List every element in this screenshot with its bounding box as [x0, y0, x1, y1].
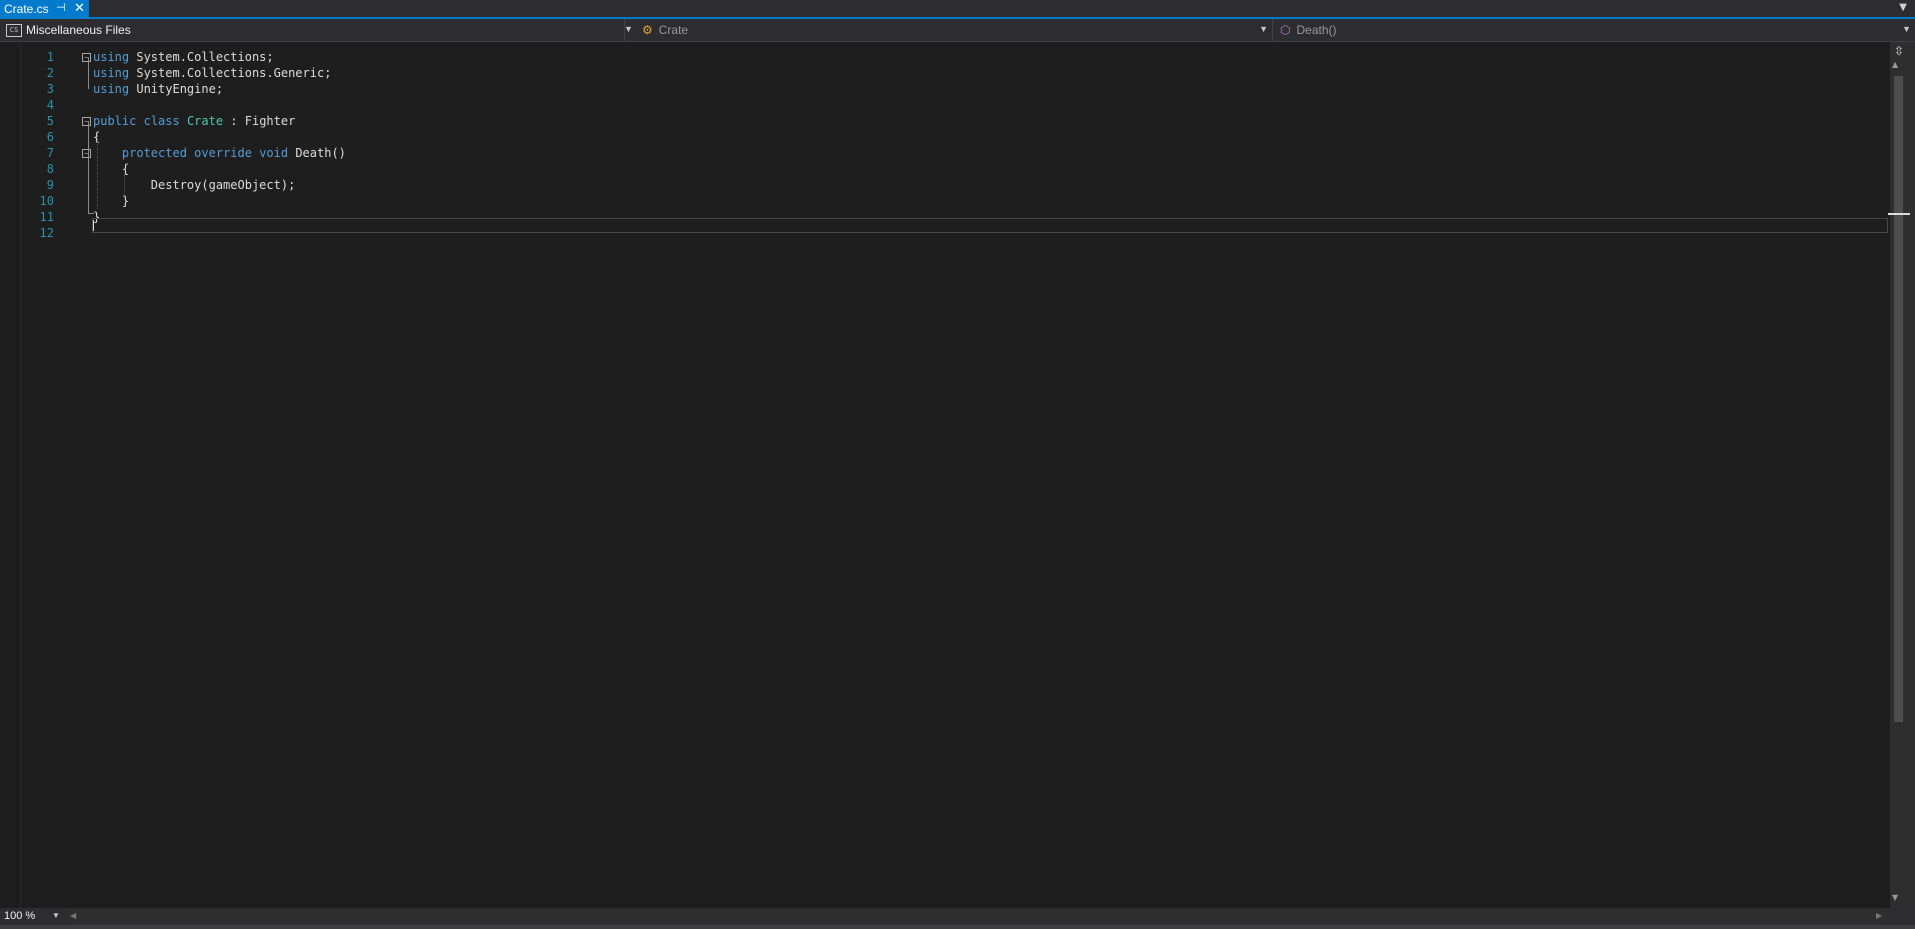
code-token: } — [93, 194, 130, 208]
member-label: Death() — [1296, 23, 1337, 37]
code-line[interactable]: 5 − public class Crate : Fighter — [0, 113, 1888, 129]
keyword-token: using — [93, 50, 130, 64]
code-line[interactable]: 7 − protected override void Death() — [0, 145, 1888, 161]
code-line[interactable]: 8 { — [0, 161, 1888, 177]
scroll-down-icon[interactable]: ▼ — [1892, 893, 1898, 902]
type-token: Crate — [186, 114, 224, 128]
code-line[interactable]: 2 using System.Collections.Generic; — [0, 65, 1888, 81]
class-dropdown[interactable]: ⚙ Crate ▼ — [634, 19, 1273, 41]
code-line[interactable]: 6{ — [0, 129, 1888, 145]
close-icon[interactable]: ✕ — [74, 0, 85, 16]
code-editor[interactable]: 1− using System.Collections; 2 using System… — [0, 42, 1890, 908]
chevron-down-icon[interactable]: ▼ — [52, 911, 60, 920]
collapse-icon[interactable]: − — [82, 117, 91, 126]
tab-title: Crate.cs — [4, 1, 49, 16]
horizontal-scrollbar[interactable] — [66, 908, 1886, 925]
outline-guide — [88, 121, 89, 213]
keyword-token: class — [143, 114, 180, 128]
member-dropdown[interactable]: ⬡ Death() ▼ — [1274, 19, 1915, 41]
keyword-token: protected — [121, 146, 187, 160]
code-line[interactable]: 9 Destroy(gameObject); — [0, 177, 1888, 193]
zoom-level[interactable]: 100 % — [4, 910, 35, 922]
keyword-token: public — [93, 114, 137, 128]
chevron-down-icon: ▼ — [1902, 24, 1911, 34]
class-label: Crate — [658, 23, 689, 37]
outline-guide — [88, 213, 94, 214]
line-number: 7 — [46, 146, 54, 160]
vertical-scroll-thumb[interactable] — [1894, 76, 1903, 722]
line-number: 6 — [46, 130, 54, 144]
code-token: : Fighter — [223, 114, 296, 128]
code-text: using System.Collections; — [93, 49, 274, 65]
editor-bottom-bar: 100 % ▼ ◀ ▶ — [0, 908, 1915, 925]
code-token: System.Collections.Generic; — [129, 66, 332, 80]
code-token: System.Collections; — [129, 50, 274, 64]
outline-guide — [88, 57, 89, 89]
document-tab-strip: Crate.cs ⊣ ✕ ▼ — [0, 0, 1915, 19]
pin-icon[interactable]: ⊣ — [56, 1, 66, 14]
indent-guide — [124, 174, 125, 194]
project-dropdown[interactable]: CS Miscellaneous Files — [0, 19, 625, 41]
line-number: 9 — [46, 178, 54, 192]
scroll-up-icon[interactable]: ▲ — [1892, 60, 1898, 69]
collapse-icon[interactable]: − — [82, 149, 91, 158]
csharp-project-icon: CS — [6, 23, 22, 37]
split-window-icon[interactable]: ⇳ — [1894, 44, 1904, 58]
chevron-down-icon: ▼ — [1259, 24, 1268, 34]
code-token: UnityEngine; — [129, 82, 224, 96]
code-text: public class Crate : Fighter — [93, 113, 295, 129]
code-text: using System.Collections.Generic; — [93, 65, 331, 81]
keyword-token: using — [93, 82, 130, 96]
tab-crate-cs[interactable]: Crate.cs ⊣ ✕ — [0, 0, 89, 17]
code-line[interactable]: 4 — [0, 97, 1888, 113]
keyword-token: using — [93, 66, 130, 80]
line-number: 3 — [46, 82, 54, 96]
line-number: 5 — [46, 114, 54, 128]
method-icon: ⬡ — [1280, 23, 1291, 37]
line-number: 4 — [46, 98, 54, 112]
class-icon: ⚙ — [642, 23, 653, 37]
code-text: protected override void Death() — [93, 145, 346, 161]
chevron-down-icon[interactable]: ▼ — [624, 24, 633, 34]
navigation-bar: CS Miscellaneous Files ▼ ⚙ Crate ▼ ⬡ Dea… — [0, 19, 1915, 42]
line-number: 1 — [46, 50, 54, 64]
code-text: } — [93, 193, 129, 209]
collapse-icon[interactable]: − — [82, 53, 91, 62]
caret-position-marker — [1888, 213, 1910, 215]
text-caret — [93, 220, 94, 231]
code-token: Death() — [288, 146, 346, 160]
scroll-left-icon[interactable]: ◀ — [70, 911, 76, 920]
tab-list-dropdown-icon[interactable]: ▼ — [1899, 2, 1907, 13]
scroll-right-icon[interactable]: ▶ — [1876, 911, 1882, 920]
keyword-token: void — [259, 146, 289, 160]
current-line-highlight — [92, 218, 1888, 233]
line-number: 10 — [39, 194, 54, 208]
keyword-token: override — [194, 146, 252, 160]
project-label: Miscellaneous Files — [26, 23, 131, 37]
line-number: 8 — [46, 162, 54, 176]
line-number: 12 — [39, 226, 54, 240]
code-line[interactable]: 10 } — [0, 193, 1888, 209]
code-line[interactable]: 3 using UnityEngine; — [0, 81, 1888, 97]
window-bottom-edge — [0, 925, 1915, 929]
indent-guide — [97, 135, 98, 209]
code-line[interactable]: 1 − using System.Collections; — [0, 49, 1888, 65]
line-number: 11 — [39, 210, 54, 224]
line-number: 2 — [46, 66, 54, 80]
code-text: using UnityEngine; — [93, 81, 223, 97]
